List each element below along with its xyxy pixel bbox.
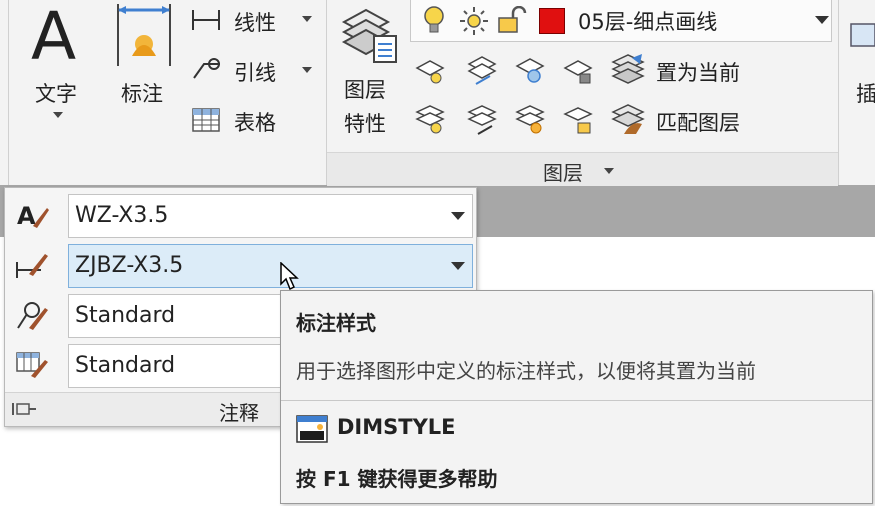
layer-unlock-icon[interactable] [497, 6, 527, 34]
text-button-label[interactable]: 文字 [35, 78, 77, 108]
leader-icon[interactable] [190, 56, 222, 82]
set-current-label[interactable]: 置为当前 [656, 57, 740, 87]
layer-dropdown-arrow[interactable] [815, 16, 829, 24]
text-dropdown-arrow[interactable] [53, 112, 63, 118]
layers-panel-title[interactable]: 图层 [543, 157, 583, 186]
dimstyle-command-icon [296, 415, 328, 443]
dimension-button-label[interactable]: 标注 [121, 78, 163, 108]
layer-off-icon[interactable] [414, 56, 446, 86]
dimension-style-icon [16, 254, 48, 278]
tooltip: 标注样式 用于选择图形中定义的标注样式，以便将其置为当前 DIMSTYLE 按 … [280, 290, 873, 504]
tooltip-title: 标注样式 [296, 311, 376, 335]
layer-on-bulb-icon[interactable] [423, 5, 445, 35]
current-layer-name: 05层-细点画线 [578, 10, 718, 34]
linear-dim-icon[interactable] [190, 8, 222, 32]
dimension-style-value: ZJBZ-X3.5 [75, 253, 184, 278]
layer-properties-icon[interactable] [336, 2, 400, 64]
layer-copy-icon[interactable] [466, 104, 498, 136]
leader-dropdown-arrow[interactable] [302, 67, 312, 73]
panel-separator [8, 0, 9, 185]
layer-match-icon[interactable] [466, 54, 498, 86]
text-style-dropdown-arrow[interactable] [451, 212, 465, 220]
tooltip-divider [281, 400, 872, 401]
layers-panel-expand-arrow[interactable] [604, 168, 614, 174]
table-style-value: Standard [75, 353, 176, 378]
insert-label-partial[interactable]: 插 [856, 78, 875, 108]
insert-block-icon[interactable] [850, 22, 875, 52]
panel-separator [838, 0, 839, 185]
match-layer-label[interactable]: 匹配图层 [656, 107, 740, 137]
layer-lock-icon[interactable] [562, 56, 594, 86]
layer-properties-label-2[interactable]: 特性 [344, 108, 386, 138]
dimension-big-icon[interactable] [115, 4, 173, 68]
pin-icon[interactable] [11, 399, 37, 419]
layer-thaw-sun-icon[interactable] [459, 6, 489, 36]
svg-text:A: A [17, 202, 36, 230]
table-label[interactable]: 表格 [234, 107, 276, 137]
layer-thaw-all-icon[interactable] [514, 104, 546, 136]
text-style-icon: A [17, 202, 49, 230]
multileader-style-value: Standard [75, 303, 176, 328]
text-style-combo[interactable]: WZ-X3.5 [68, 194, 473, 238]
layer-unlock-all-icon[interactable] [562, 104, 594, 136]
layer-color-swatch [539, 8, 565, 34]
table-icon[interactable] [192, 108, 220, 132]
text-style-value: WZ-X3.5 [75, 203, 169, 228]
linear-dropdown-arrow[interactable] [302, 16, 312, 22]
dimension-style-combo[interactable]: ZJBZ-X3.5 [68, 244, 473, 288]
layer-properties-label-1[interactable]: 图层 [344, 74, 386, 104]
set-current-layer-icon[interactable] [610, 52, 646, 86]
mouse-cursor-icon [280, 262, 299, 291]
layer-dropdown[interactable]: 05层-细点画线 [410, 0, 832, 42]
annotation-panel-title[interactable]: 注释 [219, 397, 259, 426]
table-style-icon [16, 352, 48, 378]
tooltip-description: 用于选择图形中定义的标注样式，以便将其置为当前 [296, 359, 756, 383]
linear-label[interactable]: 线性 [234, 7, 276, 37]
tooltip-help: 按 F1 键获得更多帮助 [296, 467, 498, 491]
layer-on-all-icon[interactable] [414, 104, 446, 136]
tooltip-command: DIMSTYLE [337, 415, 456, 439]
leader-label[interactable]: 引线 [234, 57, 276, 87]
match-layer-icon[interactable] [610, 102, 646, 136]
layer-isolate-icon[interactable] [514, 54, 546, 86]
text-big-icon[interactable]: A [31, 4, 76, 70]
dimension-style-dropdown-arrow[interactable] [451, 262, 465, 270]
multileader-style-icon [17, 302, 48, 330]
